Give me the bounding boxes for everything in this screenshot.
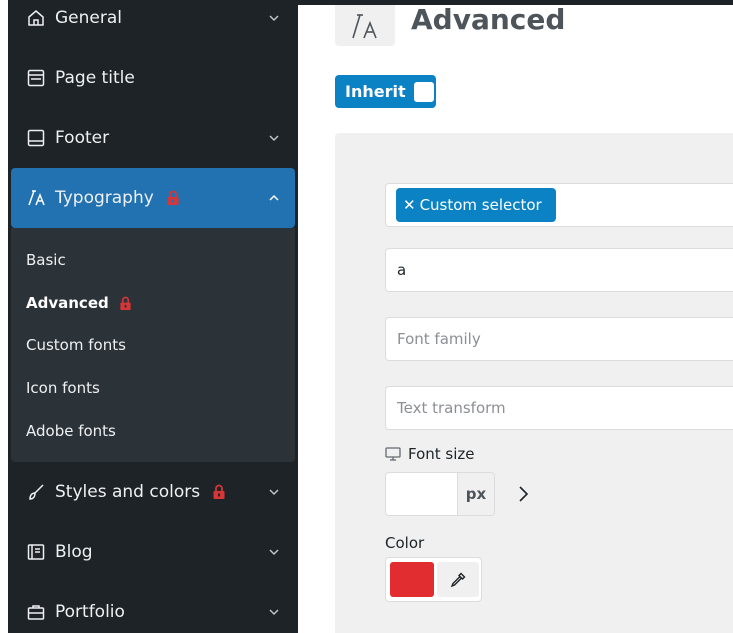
font-size-input[interactable]: px <box>385 472 495 516</box>
chevron-down-icon <box>269 15 279 22</box>
chevron-down-icon <box>269 609 279 616</box>
page-title-icon <box>25 67 47 89</box>
sidebar-item-styles-and-colors[interactable]: Styles and colors <box>11 462 295 522</box>
main-content: Advanced Inherit ✕ Custom selector a Fon… <box>298 3 733 633</box>
inherit-checkbox[interactable] <box>413 81 434 102</box>
font-size-label: Font size <box>385 445 475 463</box>
submenu-item-label: Icon fonts <box>26 379 100 397</box>
lock-icon <box>120 296 131 310</box>
submenu-item-adobe-fonts[interactable]: Adobe fonts <box>26 419 116 443</box>
text-transform-select[interactable]: Text transform <box>385 386 733 430</box>
chevron-down-icon <box>269 135 279 142</box>
lock-icon <box>213 484 225 499</box>
sidebar-item-portfolio[interactable]: Portfolio <box>11 582 295 633</box>
color-control[interactable] <box>385 557 482 602</box>
chevron-down-icon <box>269 549 279 556</box>
selector-value-text: a <box>397 261 407 279</box>
submenu-item-icon-fonts[interactable]: Icon fonts <box>26 376 100 400</box>
left-edge <box>0 0 8 633</box>
page-title: Advanced <box>411 3 566 36</box>
font-family-placeholder: Font family <box>397 330 481 348</box>
sidebar-item-label: Blog <box>55 542 93 562</box>
custom-selector-chip[interactable]: ✕ Custom selector <box>396 188 556 222</box>
chip-label: Custom selector <box>419 196 542 214</box>
selector-value-input[interactable]: a <box>385 248 733 292</box>
chevron-right-icon[interactable] <box>515 484 531 504</box>
sidebar: General Page title Footer Typography Bas… <box>8 0 298 633</box>
font-size-label-text: Font size <box>408 445 475 463</box>
submenu-item-label: Advanced <box>26 294 109 312</box>
submenu-item-basic[interactable]: Basic <box>26 248 66 272</box>
submenu-item-label: Custom fonts <box>26 336 126 354</box>
sidebar-item-typography[interactable]: Typography <box>11 168 295 228</box>
submenu-item-label: Adobe fonts <box>26 422 116 440</box>
font-family-select[interactable]: Font family <box>385 317 733 361</box>
eyedropper-icon <box>450 572 466 587</box>
sidebar-item-label: Typography <box>55 188 154 208</box>
sidebar-item-footer[interactable]: Footer <box>11 108 295 168</box>
chevron-up-icon <box>269 194 279 201</box>
sidebar-item-general[interactable]: General <box>11 0 295 48</box>
sidebar-item-label: Portfolio <box>55 602 125 622</box>
text-transform-placeholder: Text transform <box>397 399 506 417</box>
home-icon <box>25 7 47 29</box>
sidebar-item-blog[interactable]: Blog <box>11 522 295 582</box>
selector-field[interactable]: ✕ Custom selector <box>385 183 733 227</box>
desktop-icon[interactable] <box>385 447 401 461</box>
color-picker-button[interactable] <box>437 562 479 597</box>
color-label: Color <box>385 534 425 552</box>
sidebar-item-label: Footer <box>55 128 110 148</box>
submenu-item-advanced[interactable]: Advanced <box>26 291 132 315</box>
submenu-item-custom-fonts[interactable]: Custom fonts <box>26 333 126 357</box>
submenu-item-label: Basic <box>26 251 66 269</box>
blog-icon <box>25 541 47 563</box>
font-size-unit[interactable]: px <box>457 473 494 515</box>
sidebar-item-label: General <box>55 8 122 28</box>
color-swatch[interactable] <box>390 562 434 597</box>
lock-icon <box>167 190 179 205</box>
sidebar-item-label: Styles and colors <box>55 482 201 502</box>
briefcase-icon <box>25 601 47 623</box>
inherit-label: Inherit <box>345 82 406 101</box>
close-icon[interactable]: ✕ <box>403 196 416 214</box>
typography-settings-panel: ✕ Custom selector a Font family Text tra… <box>335 133 733 633</box>
inherit-toggle[interactable]: Inherit <box>335 75 436 108</box>
typography-icon <box>335 5 395 46</box>
footer-icon <box>25 127 47 149</box>
typography-submenu: Basic Advanced Custom fonts Icon fonts A… <box>11 228 295 462</box>
sidebar-item-page-title[interactable]: Page title <box>11 48 295 108</box>
chevron-down-icon <box>269 489 279 496</box>
sidebar-item-label: Page title <box>55 68 135 88</box>
brush-icon <box>25 481 47 503</box>
typography-icon <box>25 187 47 209</box>
